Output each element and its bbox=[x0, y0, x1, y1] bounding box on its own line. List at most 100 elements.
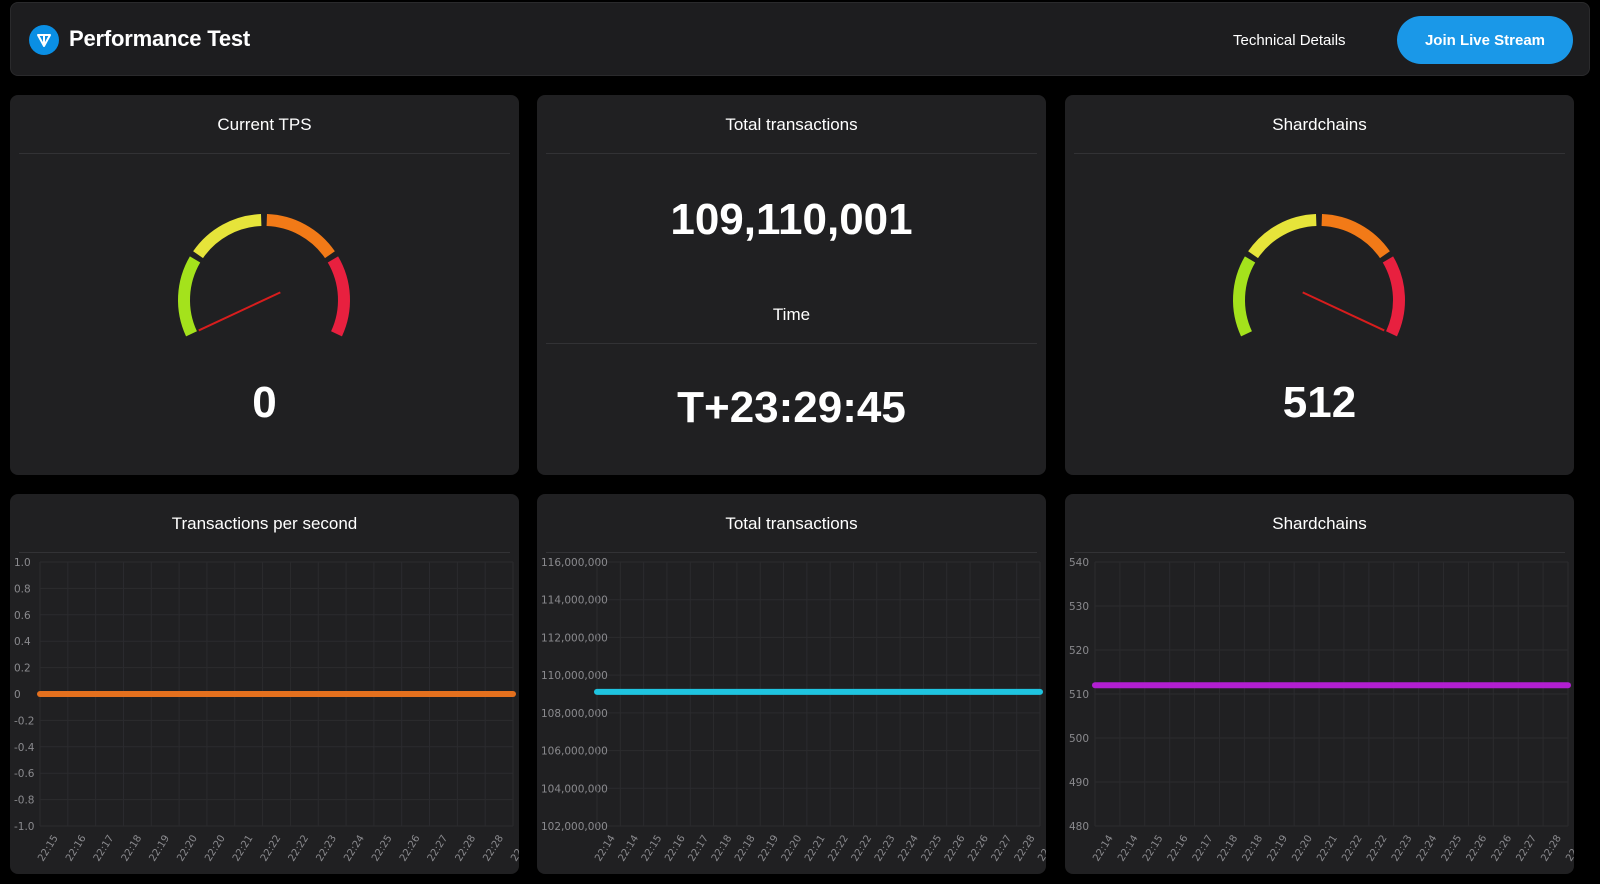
x-tick-label: 22:19 bbox=[756, 833, 781, 863]
data-point bbox=[371, 691, 377, 697]
data-point bbox=[343, 691, 349, 697]
y-tick-label: 110,000,000 bbox=[541, 670, 608, 682]
x-tick-label: 22:25 bbox=[920, 833, 945, 863]
data-point bbox=[510, 691, 516, 697]
gauge-segment bbox=[1233, 256, 1256, 337]
y-tick-label: -0.4 bbox=[14, 742, 35, 754]
y-tick-label: 112,000,000 bbox=[541, 632, 608, 644]
data-point bbox=[1216, 682, 1222, 688]
data-point bbox=[1341, 682, 1347, 688]
x-tick-label: 22:16 bbox=[64, 833, 89, 863]
x-tick-label: 22:29 bbox=[509, 833, 519, 863]
y-tick-label: 0.4 bbox=[14, 636, 31, 648]
data-point bbox=[204, 691, 210, 697]
data-point bbox=[1117, 682, 1123, 688]
x-tick-label: 22:26 bbox=[1490, 833, 1515, 863]
data-point bbox=[1092, 682, 1098, 688]
x-tick-label: 22:22 bbox=[1365, 833, 1390, 863]
x-tick-label: 22:15 bbox=[640, 833, 665, 863]
x-tick-label: 22:23 bbox=[314, 833, 339, 863]
x-tick-label: 22:18 bbox=[1216, 833, 1241, 863]
data-point bbox=[120, 691, 126, 697]
data-point bbox=[260, 691, 266, 697]
data-point bbox=[37, 691, 43, 697]
x-tick-label: 22:28 bbox=[1013, 833, 1038, 863]
x-tick-label: 22:26 bbox=[398, 833, 423, 863]
data-point bbox=[594, 689, 600, 695]
y-tick-label: 114,000,000 bbox=[541, 595, 608, 607]
y-tick-label: 530 bbox=[1069, 601, 1089, 613]
data-point bbox=[874, 689, 880, 695]
x-tick-label: 22:15 bbox=[36, 833, 61, 863]
y-tick-label: 510 bbox=[1069, 689, 1089, 701]
data-point bbox=[427, 691, 433, 697]
chart-title: Transactions per second bbox=[171, 514, 358, 533]
data-point bbox=[454, 691, 460, 697]
shardchains-chart-card: Shardchains 540 530 520 510 500 490 480 22:14 22… bbox=[1065, 494, 1574, 874]
x-tick-label: 22:26 bbox=[966, 833, 991, 863]
x-tick-label: 22:25 bbox=[1440, 833, 1465, 863]
x-tick-label: 22:24 bbox=[1415, 833, 1440, 863]
data-point bbox=[781, 689, 787, 695]
data-point bbox=[1192, 682, 1198, 688]
technical-details-link[interactable]: Technical Details bbox=[1233, 32, 1346, 49]
y-tick-label: 0.8 bbox=[14, 583, 31, 595]
divider bbox=[546, 153, 1037, 154]
x-tick-label: 22:21 bbox=[803, 833, 828, 863]
data-point bbox=[1366, 682, 1372, 688]
x-tick-label: 22:14 bbox=[1091, 833, 1116, 863]
data-point bbox=[1142, 682, 1148, 688]
y-tick-label: 102,000,000 bbox=[541, 821, 608, 833]
data-point bbox=[967, 689, 973, 695]
x-tick-label: 22:14 bbox=[1116, 833, 1141, 863]
data-point bbox=[1515, 682, 1521, 688]
data-point bbox=[65, 691, 71, 697]
x-tick-label: 22:26 bbox=[1465, 833, 1490, 863]
data-point bbox=[1316, 682, 1322, 688]
data-point bbox=[711, 689, 717, 695]
data-point bbox=[804, 689, 810, 695]
x-tick-label: 22:27 bbox=[990, 833, 1015, 863]
time-title: Time bbox=[772, 305, 811, 324]
chart-title: Total transactions bbox=[725, 514, 858, 533]
x-tick-label: 22:16 bbox=[663, 833, 688, 863]
divider bbox=[1074, 552, 1565, 553]
x-tick-label: 22:20 bbox=[175, 833, 200, 863]
x-tick-label: 22:22 bbox=[850, 833, 875, 863]
x-tick-label: 22:18 bbox=[120, 833, 145, 863]
gauge-needle bbox=[1302, 291, 1385, 332]
tps-chart-card: Transactions per second 1.0 0.8 0.6 0.4 0.2 0… bbox=[10, 494, 519, 874]
x-tick-label: 22:25 bbox=[370, 833, 395, 863]
data-point bbox=[93, 691, 99, 697]
x-tick-label: 22:16 bbox=[1166, 833, 1191, 863]
data-point bbox=[399, 691, 405, 697]
divider bbox=[546, 343, 1037, 344]
y-tick-label: 104,000,000 bbox=[541, 783, 608, 795]
x-tick-label: 22:14 bbox=[617, 833, 642, 863]
data-point bbox=[944, 689, 950, 695]
current-tps-card: Current TPS 0 bbox=[10, 95, 519, 475]
data-point bbox=[641, 689, 647, 695]
x-tick-label: 22:19 bbox=[148, 833, 173, 863]
tps-line-chart: 1.00.80.60.40.20-0.2-0.4-0.6-0.8-1.022:1… bbox=[14, 557, 519, 864]
x-tick-label: 22:28 bbox=[1539, 833, 1564, 863]
x-tick-label: 22:20 bbox=[1290, 833, 1315, 863]
data-point bbox=[1291, 682, 1297, 688]
data-point bbox=[287, 691, 293, 697]
y-tick-label: 116,000,000 bbox=[541, 557, 608, 569]
x-tick-label: 22:28 bbox=[454, 833, 479, 863]
ton-logo-icon bbox=[29, 25, 59, 55]
x-tick-label: 22:27 bbox=[426, 833, 451, 863]
x-tick-label: 22:28 bbox=[481, 833, 506, 863]
y-tick-label: 106,000,000 bbox=[541, 746, 608, 758]
join-live-stream-button[interactable]: Join Live Stream bbox=[1397, 16, 1573, 64]
total-transactions-value: 109,110,001 bbox=[670, 195, 913, 244]
x-tick-label: 22:24 bbox=[896, 833, 921, 863]
card-title: Current TPS bbox=[217, 115, 312, 134]
x-tick-label: 22:22 bbox=[287, 833, 312, 863]
y-tick-label: 540 bbox=[1069, 557, 1089, 569]
y-tick-label: 1.0 bbox=[14, 557, 31, 569]
data-point bbox=[176, 691, 182, 697]
gauge-segment bbox=[193, 214, 262, 259]
y-tick-label: 0.6 bbox=[14, 610, 31, 622]
